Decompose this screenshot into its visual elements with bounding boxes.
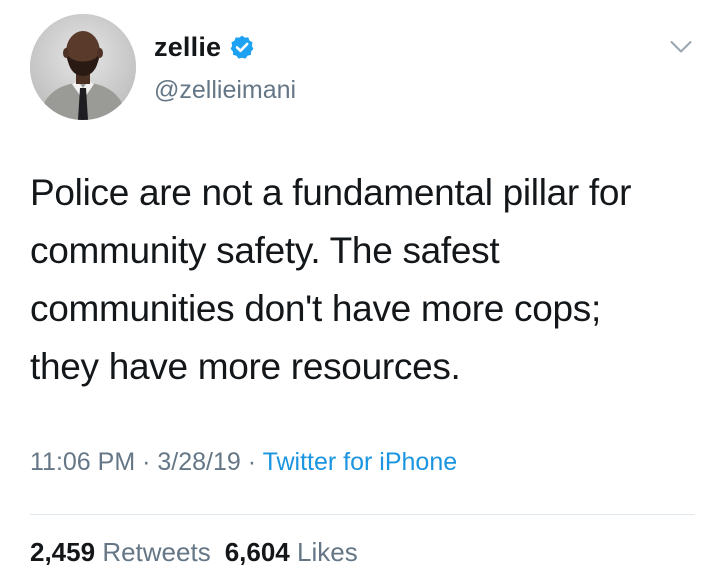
likes-count: 6,604 — [224, 537, 290, 567]
meta-separator: · — [142, 448, 151, 476]
author-handle[interactable]: @zellieimani — [154, 76, 296, 105]
chevron-down-icon[interactable] — [670, 40, 692, 54]
retweets-count: 2,459 — [30, 537, 96, 567]
tweet-card: zellie @zellieimani Police are not a fun… — [0, 0, 720, 583]
tweet-stats: 2,459 Retweets 6,604 Likes — [30, 537, 358, 568]
tweet-header: zellie @zellieimani — [30, 14, 700, 124]
likes-stat[interactable]: 6,604 Likes — [225, 537, 358, 567]
tweet-source-link[interactable]: Twitter for iPhone — [263, 448, 458, 476]
likes-label: Likes — [297, 537, 358, 567]
tweet-date[interactable]: 3/28/19 — [157, 448, 240, 476]
divider — [30, 514, 695, 515]
verified-badge-icon — [229, 34, 255, 60]
tweet-text: Police are not a fundamental pillar for … — [30, 172, 632, 387]
author-name-row[interactable]: zellie — [154, 30, 255, 64]
display-name[interactable]: zellie — [154, 32, 221, 63]
avatar[interactable] — [30, 14, 136, 120]
avatar-photo — [30, 14, 136, 120]
retweets-stat[interactable]: 2,459 Retweets — [30, 537, 211, 567]
meta-separator: · — [247, 448, 257, 476]
tweet-time[interactable]: 11:06 PM — [30, 448, 135, 476]
retweets-label: Retweets — [102, 537, 211, 567]
tweet-meta: 11:06 PM · 3/28/19 · Twitter for iPhone — [30, 448, 457, 477]
